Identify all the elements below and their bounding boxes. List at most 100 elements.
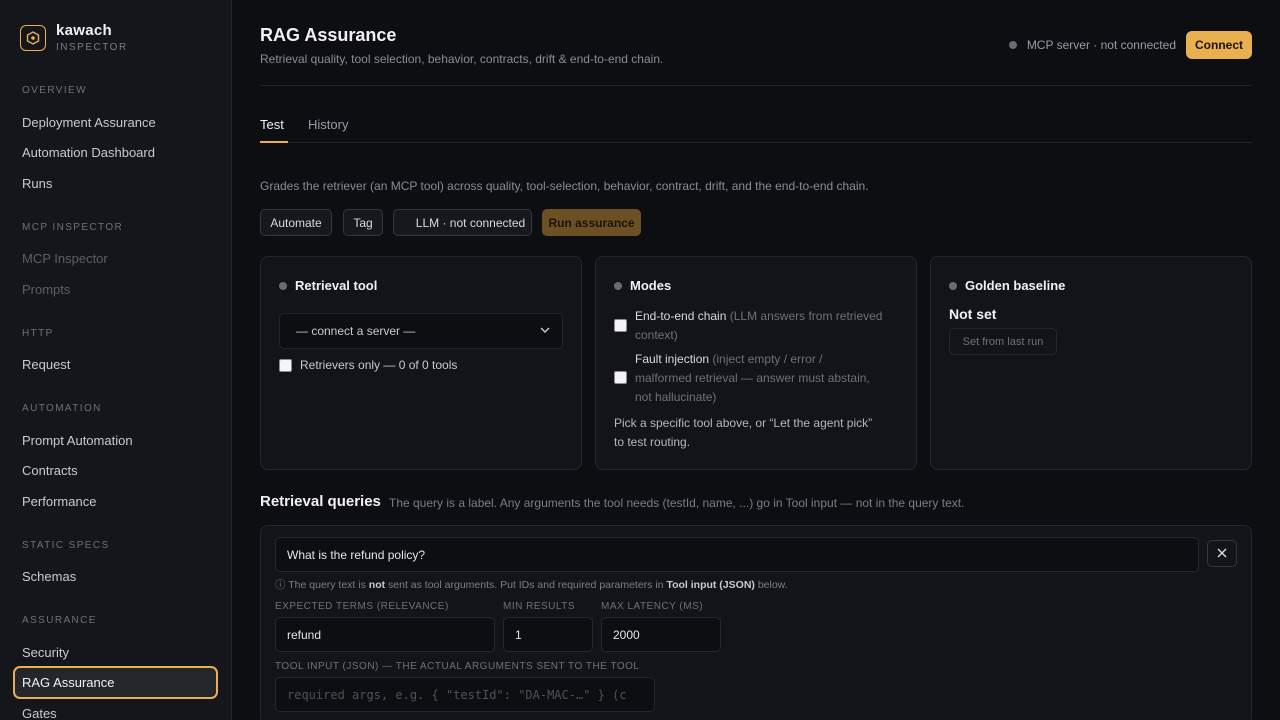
status-dot-icon — [279, 281, 287, 290]
status-dot-icon — [949, 281, 957, 290]
sidebar: kawach INSPECTOR OVERVIEW Deployment Ass… — [0, 0, 232, 720]
llm-status-dot-icon — [399, 218, 408, 227]
chevron-down-icon — [540, 314, 550, 362]
query-note: ⓘ The query text is not sent as tool arg… — [275, 577, 788, 592]
fault-injection-checkbox[interactable] — [614, 371, 627, 384]
tool-input-label: TOOL INPUT (JSON) — THE ACTUAL ARGUMENTS… — [275, 661, 640, 672]
card-title: Golden baseline — [949, 278, 1065, 293]
max-latency-label: MAX LATENCY (MS) — [601, 601, 704, 612]
header-divider — [260, 85, 1252, 86]
sidebar-item-runs[interactable]: Runs — [22, 176, 52, 191]
retrieval-tool-card: Retrieval tool — connect a server — Retr… — [260, 256, 582, 470]
modes-title: Modes — [630, 278, 672, 293]
server-status: MCP server · not connected — [1008, 38, 1176, 52]
modes-card: Modes End-to-end chain (LLM answers from… — [595, 256, 917, 470]
sidebar-item-deployment-assurance[interactable]: Deployment Assurance — [22, 115, 156, 130]
sidebar-item-schemas[interactable]: Schemas — [22, 569, 76, 584]
golden-baseline-title: Golden baseline — [965, 278, 1066, 293]
e2e-chain-row: End-to-end chain (LLM answers from retri… — [614, 307, 882, 345]
sidebar-item-prompt-automation[interactable]: Prompt Automation — [22, 433, 133, 448]
retrievers-only-label: Retrievers only — 0 of 0 tools — [300, 358, 458, 372]
remove-query-button[interactable] — [1207, 540, 1237, 567]
page-title: RAG Assurance — [260, 25, 397, 45]
query-card: What is the refund policy? ⓘ The query t… — [260, 525, 1252, 720]
tab-test[interactable]: Test — [260, 117, 288, 143]
retrieval-tool-select[interactable]: — connect a server — — [279, 313, 563, 349]
server-status-text: MCP server · not connected — [1026, 38, 1176, 52]
brand: kawach INSPECTOR — [20, 22, 128, 53]
note-tool-input: Tool input (JSON) — [666, 579, 755, 591]
nav-section-overview: OVERVIEW — [22, 85, 87, 96]
fault-injection-hint-2: malformed retrieval — answer must abstai… — [635, 371, 870, 385]
page-description: Grades the retriever (an MCP tool) acros… — [260, 179, 869, 193]
nav-section-http: HTTP — [22, 328, 54, 339]
sidebar-item-rag-assurance[interactable]: RAG Assurance — [13, 666, 218, 699]
status-dot-icon — [1008, 41, 1017, 49]
fault-injection-hint-3: not hallucinate) — [635, 390, 717, 404]
sidebar-item-security[interactable]: Security — [22, 645, 69, 660]
sidebar-item-mcp-inspector[interactable]: MCP Inspector — [22, 251, 108, 266]
llm-status-button[interactable]: LLM · not connected — [393, 209, 532, 236]
close-icon — [1217, 545, 1227, 562]
retrieval-queries-description: The query is a label. Any arguments the … — [389, 496, 965, 510]
e2e-chain-hint: (LLM answers from retrieved — [729, 309, 883, 323]
max-latency-input[interactable]: 2000 — [601, 617, 721, 652]
tab-history[interactable]: History — [308, 117, 348, 143]
tool-input-json-field[interactable]: required args, e.g. { "testId": "DA-MAC-… — [275, 677, 655, 712]
modes-note: Pick a specific tool above, or “Let the … — [614, 414, 872, 452]
max-latency-value: 2000 — [613, 627, 640, 642]
nav-section-static-specs: STATIC SPECS — [22, 540, 110, 551]
sidebar-item-gates[interactable]: Gates — [22, 706, 57, 720]
nav-section-automation: AUTOMATION — [22, 403, 102, 414]
min-results-value: 1 — [515, 627, 522, 642]
sidebar-item-contracts[interactable]: Contracts — [22, 463, 78, 478]
min-results-input[interactable]: 1 — [503, 617, 593, 652]
tool-input-placeholder: required args, e.g. { "testId": "DA-MAC-… — [287, 687, 627, 702]
connect-button[interactable]: Connect — [1186, 31, 1252, 59]
sidebar-item-prompts[interactable]: Prompts — [22, 282, 70, 297]
page-subtitle: Retrieval quality, tool selection, behav… — [260, 52, 664, 66]
card-title: Modes — [614, 278, 671, 293]
select-value: — connect a server — — [296, 324, 416, 338]
set-from-last-run-button[interactable]: Set from last run — [949, 328, 1057, 355]
brand-name: kawach — [56, 22, 112, 39]
min-results-label: MIN RESULTS — [503, 601, 575, 612]
sidebar-item-request[interactable]: Request — [22, 357, 70, 372]
brand-subtitle: INSPECTOR — [56, 42, 128, 53]
e2e-chain-label: End-to-end chain — [635, 309, 727, 323]
retrievers-only-checkbox[interactable] — [279, 359, 292, 372]
run-assurance-button[interactable]: Run assurance — [542, 209, 641, 236]
sidebar-item-performance[interactable]: Performance — [22, 494, 96, 509]
note-suffix: below. — [757, 579, 788, 591]
modes-note-line-1: Pick a specific tool above, or “Let the … — [614, 416, 873, 430]
expected-terms-label: EXPECTED TERMS (RELEVANCE) — [275, 601, 449, 612]
hexagon-logo-icon — [20, 25, 46, 51]
query-input-value: What is the refund policy? — [287, 547, 426, 562]
nav-section-assurance: ASSURANCE — [22, 615, 97, 626]
sidebar-item-automation-dashboard[interactable]: Automation Dashboard — [22, 145, 155, 160]
tab-bar: Test History — [260, 117, 1252, 143]
nav-section-mcp-inspector: MCP INSPECTOR — [22, 222, 124, 233]
llm-status-text: LLM · not connected — [415, 215, 526, 230]
note-prefix: ⓘ The query text is — [275, 579, 366, 591]
retrieval-tool-title: Retrieval tool — [295, 278, 378, 293]
e2e-chain-hint-2: context) — [635, 328, 678, 342]
main-content: RAG Assurance Retrieval quality, tool se… — [260, 0, 1252, 720]
fault-injection-row: Fault injection (inject empty / error / … — [614, 350, 870, 407]
automate-button[interactable]: Automate — [260, 209, 332, 236]
status-dot-icon — [614, 281, 622, 290]
modes-note-line-2: to test routing. — [614, 435, 691, 449]
expected-terms-value: refund — [287, 627, 322, 642]
card-title: Retrieval tool — [279, 278, 377, 293]
golden-baseline-card: Golden baseline Not set Set from last ru… — [930, 256, 1252, 470]
tag-button[interactable]: Tag — [343, 209, 383, 236]
fault-injection-hint: (inject empty / error / — [712, 352, 823, 366]
fault-injection-label: Fault injection — [635, 352, 710, 366]
e2e-chain-checkbox[interactable] — [614, 319, 627, 332]
expected-terms-input[interactable]: refund — [275, 617, 495, 652]
note-not: not — [368, 579, 386, 591]
note-mid: sent as tool arguments. Put IDs and requ… — [388, 579, 664, 591]
query-input[interactable]: What is the refund policy? — [275, 537, 1199, 572]
retrieval-queries-title: Retrieval queries — [260, 493, 381, 510]
golden-baseline-status: Not set — [949, 306, 997, 322]
